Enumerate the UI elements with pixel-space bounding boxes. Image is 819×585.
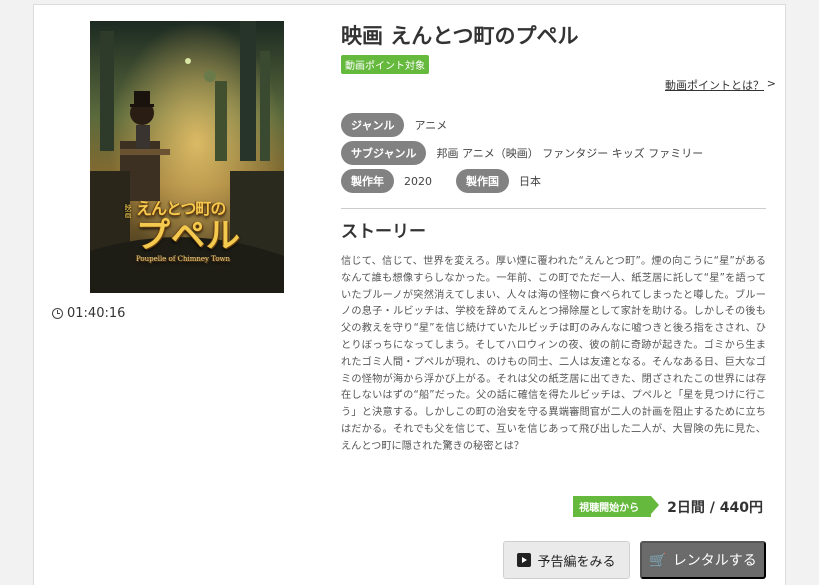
year-value: 2020 — [404, 174, 432, 188]
subgenre-row: サブジャンル 邦画 アニメ（映画） ファンタジー キッズ ファミリー — [341, 141, 703, 165]
rental-price-row: 視聴開始から 2日間 / 440円 — [573, 496, 763, 517]
clock-icon — [52, 308, 63, 319]
country-value: 日本 — [519, 175, 541, 188]
rent-button-label: レンタルする — [672, 552, 757, 568]
divider — [341, 208, 766, 209]
movie-poster[interactable]: えんとつ町の プペル Poupelle of Chimney Town 映画 — [90, 21, 284, 293]
chevron-right-icon[interactable]: > — [767, 77, 776, 90]
rent-button[interactable]: 🛒 レンタルする — [640, 541, 766, 579]
story-heading: ストーリー — [341, 222, 426, 242]
cart-icon: 🛒 — [649, 551, 667, 568]
duration-value: 01:40:16 — [67, 306, 126, 321]
poster-mini-text: 映画 — [124, 204, 132, 218]
production-row: 製作年 2020 製作国 日本 — [341, 169, 541, 193]
country-label: 製作国 — [456, 169, 509, 193]
viewing-period-tag: 視聴開始から — [573, 496, 660, 517]
genre-row: ジャンル アニメ — [341, 113, 447, 137]
subgenre-label: サブジャンル — [341, 141, 427, 165]
video-points-badge: 動画ポイント対象 — [341, 55, 429, 74]
poster-title-big: プペル — [136, 216, 241, 256]
subgenre-value[interactable]: 邦画 アニメ（映画） ファンタジー キッズ ファミリー — [436, 145, 703, 161]
poster-title-small: えんとつ町の — [136, 199, 226, 218]
rental-price: 2日間 / 440円 — [667, 499, 763, 516]
genre-value[interactable]: アニメ — [414, 117, 447, 133]
video-points-link[interactable]: 動画ポイントとは？ — [665, 77, 764, 93]
poster-title-tiny: Poupelle of Chimney Town — [136, 255, 231, 263]
trailer-button[interactable]: 予告編をみる — [503, 541, 630, 579]
story-text: 信じて、信じて、世界を変えろ。厚い煙に覆われた“えんとつ町”。煙の向こうに“星”… — [341, 256, 766, 452]
poster-title: えんとつ町の プペル Poupelle of Chimney Town — [136, 201, 241, 263]
duration: 01:40:16 — [52, 306, 125, 321]
play-icon — [517, 553, 532, 567]
year-label: 製作年 — [341, 169, 394, 193]
genre-label: ジャンル — [341, 113, 405, 137]
trailer-button-label: 予告編をみる — [537, 553, 616, 569]
page-title: 映画 えんとつ町のプペル — [341, 24, 579, 48]
